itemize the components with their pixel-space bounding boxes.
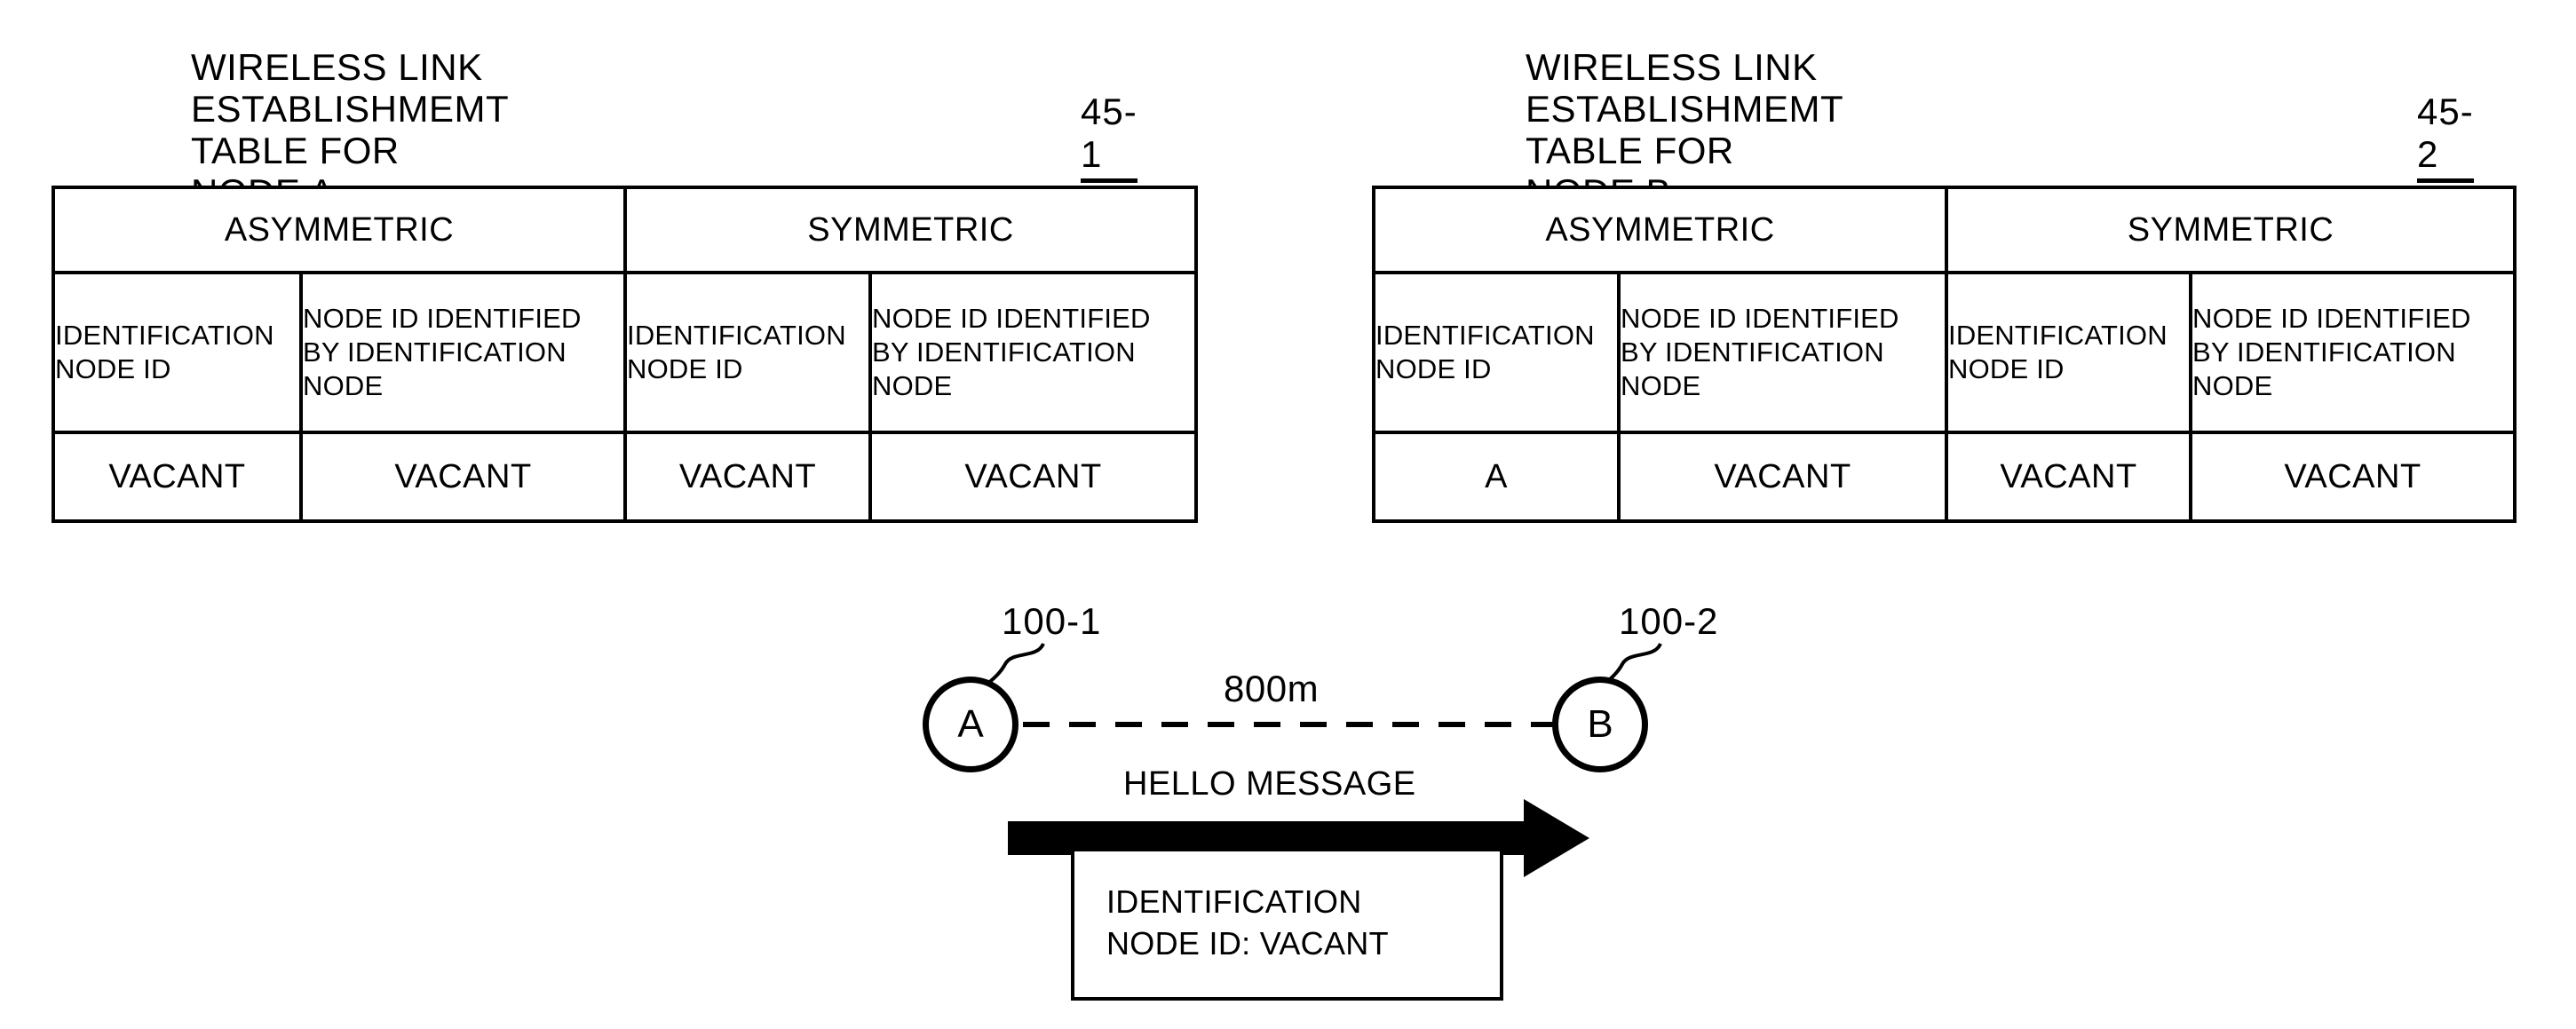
leader-line-node-a xyxy=(984,642,1045,687)
hello-message-payload-box: IDENTIFICATION NODE ID: VACANT xyxy=(1071,848,1503,1001)
hello-message-label: HELLO MESSAGE xyxy=(1123,765,1416,803)
network-diagram: A 100-1 B 100-2 800m HELLO MESSAGE IDENT… xyxy=(0,0,2576,1029)
node-a-ref-label: 100-1 xyxy=(1002,600,1102,642)
node-a-circle: A xyxy=(923,677,1019,772)
node-b-ref-label: 100-2 xyxy=(1619,600,1719,642)
link-distance-label: 800m xyxy=(1224,668,1320,709)
node-b-label: B xyxy=(1587,702,1613,746)
node-a-label: A xyxy=(957,702,984,746)
patent-figure-page: WIRELESS LINK ESTABLISHMEMT TABLE FOR NO… xyxy=(0,0,2576,1029)
node-b-circle: B xyxy=(1552,677,1648,772)
